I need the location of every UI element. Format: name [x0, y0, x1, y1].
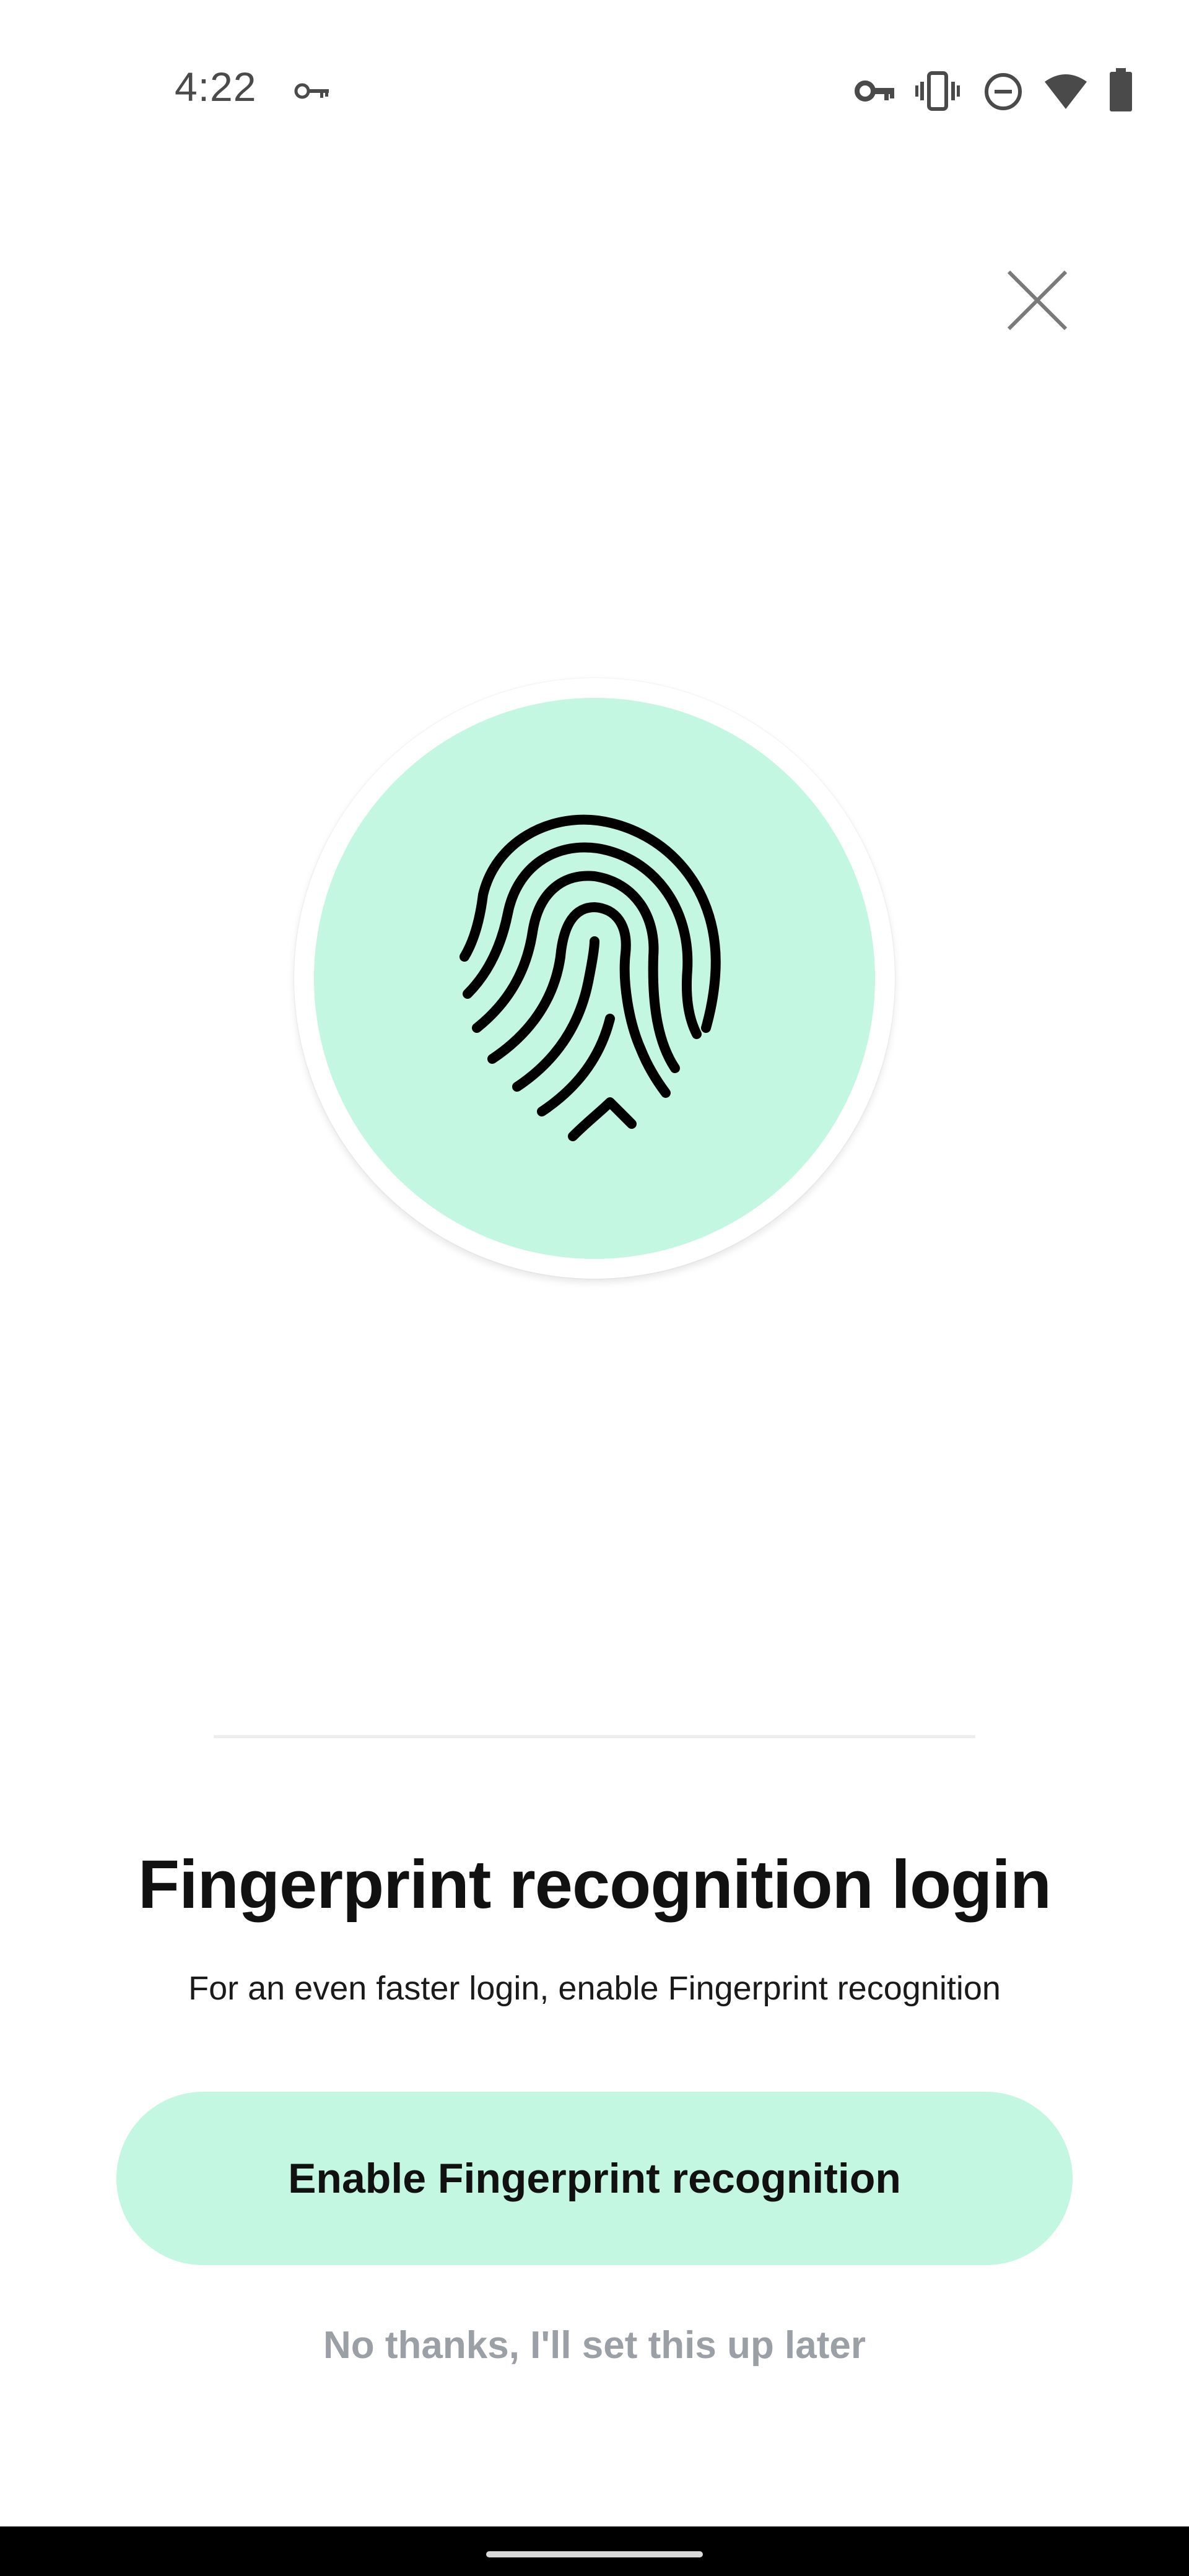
home-handle[interactable]: [486, 2551, 703, 2557]
close-icon: [1007, 270, 1068, 331]
vpn-key-icon: [855, 77, 895, 105]
fingerprint-icon: [455, 814, 734, 1149]
wifi-icon: [1043, 73, 1088, 110]
status-bar: 4:22: [0, 0, 1189, 186]
divider: [214, 1735, 975, 1738]
enable-fingerprint-button[interactable]: Enable Fingerprint recognition: [116, 2092, 1073, 2265]
do-not-disturb-icon: [983, 72, 1023, 111]
vpn-key-icon: [294, 80, 331, 102]
battery-icon: [1108, 68, 1133, 113]
skip-setup-link[interactable]: No thanks, I'll set this up later: [0, 2323, 1189, 2367]
vibrate-icon: [915, 71, 960, 111]
page-title: Fingerprint recognition login: [137, 1847, 1052, 1923]
close-button[interactable]: [991, 260, 1084, 341]
status-time: 4:22: [175, 64, 257, 110]
page-subtitle: For an even faster login, enable Fingerp…: [188, 1970, 1001, 2007]
